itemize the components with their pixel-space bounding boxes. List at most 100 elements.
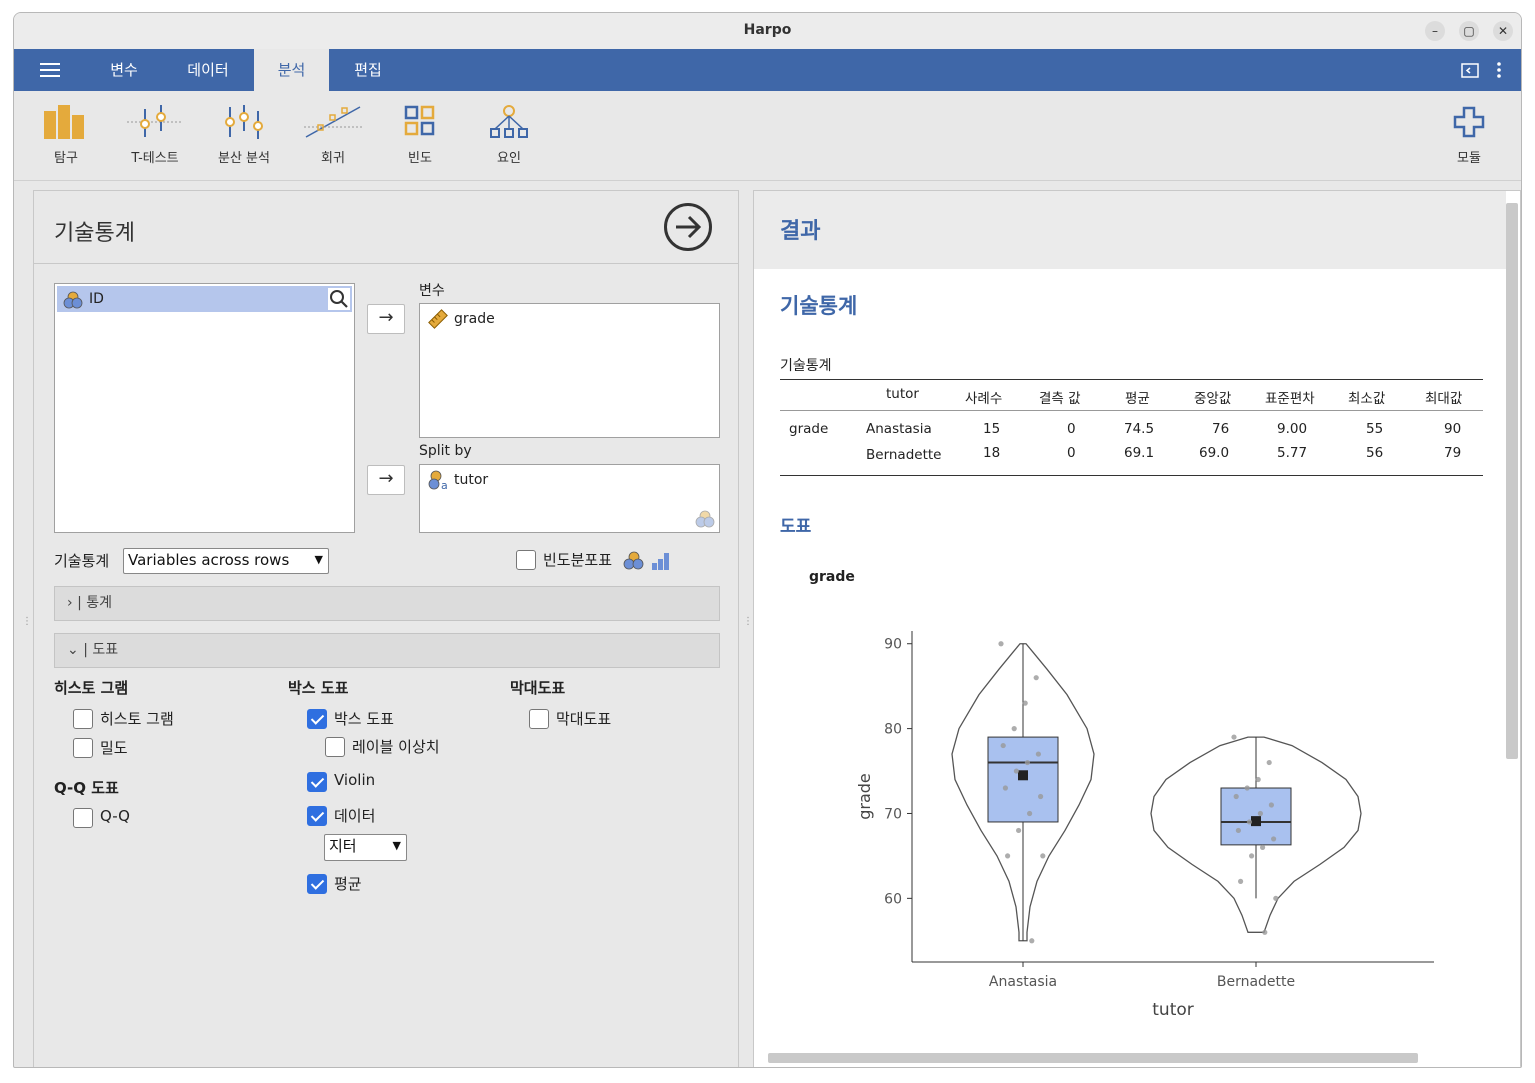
close-button[interactable]: ✕ bbox=[1493, 21, 1513, 41]
data-point bbox=[1033, 675, 1039, 681]
section-plots[interactable]: ⌄ | 도표 bbox=[54, 633, 720, 668]
x-tick-label: Anastasia bbox=[989, 974, 1057, 990]
ribbon-frequencies[interactable]: 빈도 bbox=[400, 105, 440, 166]
run-arrow-button[interactable] bbox=[664, 203, 712, 251]
tab-variables[interactable]: 변수 bbox=[94, 49, 154, 91]
results-header-title: 결과 bbox=[780, 219, 821, 244]
data-point bbox=[1238, 878, 1244, 884]
data-point bbox=[1249, 853, 1255, 859]
nominal-allowed-icon bbox=[695, 510, 715, 528]
boxplot-label: 박스 도표 bbox=[334, 710, 394, 728]
nominal-text-variable-icon: a bbox=[428, 470, 448, 490]
frequency-table-label: 빈도분포표 bbox=[543, 551, 613, 569]
data-type-select[interactable]: 지터 ▼ bbox=[324, 834, 407, 861]
table-header-sd: 표준편차 bbox=[1265, 391, 1315, 407]
barplot-checkbox[interactable] bbox=[529, 709, 549, 729]
plus-icon bbox=[1453, 106, 1485, 138]
results-panel: 결과 기술통계 기술통계 tutor 사례수 결측 값 평균 중앙값 표준편차 … bbox=[753, 190, 1521, 1067]
data-point bbox=[1266, 759, 1272, 766]
table-cell-mean: 74.5 bbox=[1124, 421, 1155, 437]
table-cell-median: 69.0 bbox=[1199, 445, 1230, 461]
move-to-splitby-button[interactable]: → bbox=[367, 465, 405, 495]
divider bbox=[34, 263, 738, 264]
table-cell-min: 56 bbox=[1366, 445, 1384, 461]
frequency-table-checkbox[interactable] bbox=[516, 550, 536, 570]
data-point bbox=[1005, 853, 1011, 859]
ribbon-exploration[interactable]: 탐구 bbox=[38, 105, 94, 166]
select-value: Variables across rows bbox=[128, 551, 290, 569]
hamburger-menu-icon[interactable] bbox=[40, 63, 60, 77]
ribbon-ttest[interactable]: T-테스트 bbox=[122, 105, 188, 166]
ribbon-modules[interactable]: 모듈 bbox=[1448, 105, 1490, 166]
table-cell-max: 79 bbox=[1444, 445, 1462, 461]
plot-title: grade bbox=[809, 569, 855, 585]
table-cell-sd: 9.00 bbox=[1277, 421, 1308, 437]
table-cell-tutor: Bernadette bbox=[866, 447, 942, 463]
variables-list[interactable]: grade bbox=[419, 303, 720, 438]
mean-label: 평균 bbox=[334, 875, 362, 893]
ribbon-label: 요인 bbox=[497, 151, 521, 166]
data-point bbox=[1273, 895, 1279, 901]
horizontal-scrollbar[interactable] bbox=[768, 1053, 1418, 1063]
data-point bbox=[1233, 793, 1239, 800]
list-item[interactable]: a tutor bbox=[422, 467, 717, 493]
data-point bbox=[1246, 819, 1252, 825]
variable-name: grade bbox=[454, 311, 495, 327]
box-violin-chart: 60 70 80 90 Anastasia Bernadette tutor grade bbox=[855, 631, 1434, 1020]
mean-marker bbox=[1251, 816, 1261, 827]
data-point bbox=[1040, 853, 1046, 859]
splitter-handle[interactable]: ⋮ bbox=[743, 617, 753, 639]
table-cell-min: 55 bbox=[1366, 421, 1384, 437]
qq-checkbox[interactable] bbox=[73, 808, 93, 828]
table-cell-n: 18 bbox=[983, 445, 1001, 461]
ribbon-anova[interactable]: 분산 분석 bbox=[210, 105, 278, 166]
results-analysis-title: 기술통계 bbox=[780, 294, 858, 318]
table-cell-max: 90 bbox=[1444, 421, 1462, 437]
data-point bbox=[1235, 827, 1241, 834]
table-cell-tutor: Anastasia bbox=[866, 421, 932, 437]
qq-group-heading: Q-Q 도표 bbox=[54, 779, 119, 797]
histogram-checkbox[interactable] bbox=[73, 709, 93, 729]
tab-edit[interactable]: 편집 bbox=[339, 49, 397, 91]
table-cell-median: 76 bbox=[1212, 421, 1230, 437]
table-cell-missing: 0 bbox=[1067, 421, 1076, 437]
ribbon-label: 모듈 bbox=[1457, 151, 1481, 166]
analysis-ribbon: 탐구 T-테스트 분산 분석 회귀 빈도 요인 모듈 bbox=[14, 91, 1521, 181]
histogram-label: 히스토 그램 bbox=[100, 710, 174, 728]
nominal-variable-icon bbox=[623, 551, 644, 570]
ribbon-regression[interactable]: 회귀 bbox=[304, 105, 362, 166]
ribbon-factor[interactable]: 요인 bbox=[488, 105, 530, 166]
label-outliers-checkbox[interactable] bbox=[325, 737, 345, 757]
violin-checkbox[interactable] bbox=[307, 772, 327, 792]
table-top-rule bbox=[780, 379, 1483, 380]
splitby-list[interactable]: a tutor bbox=[419, 464, 720, 533]
table-bottom-rule bbox=[780, 475, 1483, 476]
regression-icon bbox=[304, 106, 362, 138]
x-tick-label: Bernadette bbox=[1217, 974, 1295, 990]
move-to-variables-button[interactable]: → bbox=[367, 304, 405, 334]
tab-data[interactable]: 데이터 bbox=[174, 49, 242, 91]
mean-checkbox[interactable] bbox=[307, 874, 327, 894]
search-icon[interactable] bbox=[328, 288, 350, 310]
list-item[interactable]: grade bbox=[422, 306, 717, 332]
mean-marker bbox=[1018, 770, 1028, 781]
vertical-scrollbar[interactable] bbox=[1506, 203, 1518, 759]
minimize-button[interactable]: – bbox=[1425, 21, 1445, 41]
list-item[interactable]: ID bbox=[57, 286, 352, 312]
more-options-icon[interactable] bbox=[1496, 61, 1502, 79]
boxplot-checkbox[interactable] bbox=[307, 709, 327, 729]
chevron-right-icon: › bbox=[67, 595, 78, 611]
density-checkbox[interactable] bbox=[73, 738, 93, 758]
chevron-down-icon: ⌄ bbox=[67, 642, 84, 658]
source-variable-list[interactable]: ID bbox=[54, 283, 355, 533]
plots-heading: 도표 bbox=[780, 517, 812, 537]
table-header-min: 최소값 bbox=[1348, 391, 1386, 407]
descriptives-layout-select[interactable]: Variables across rows ▼ bbox=[123, 548, 329, 574]
tab-analyses[interactable]: 분석 bbox=[254, 49, 329, 91]
splitter-handle[interactable]: ⋮ bbox=[22, 617, 32, 639]
data-checkbox[interactable] bbox=[307, 806, 327, 826]
variables-label: 변수 bbox=[419, 283, 445, 299]
maximize-button[interactable]: ▢ bbox=[1459, 21, 1479, 41]
results-mode-icon[interactable] bbox=[1461, 63, 1479, 79]
section-statistics[interactable]: › | 통계 bbox=[54, 586, 720, 621]
